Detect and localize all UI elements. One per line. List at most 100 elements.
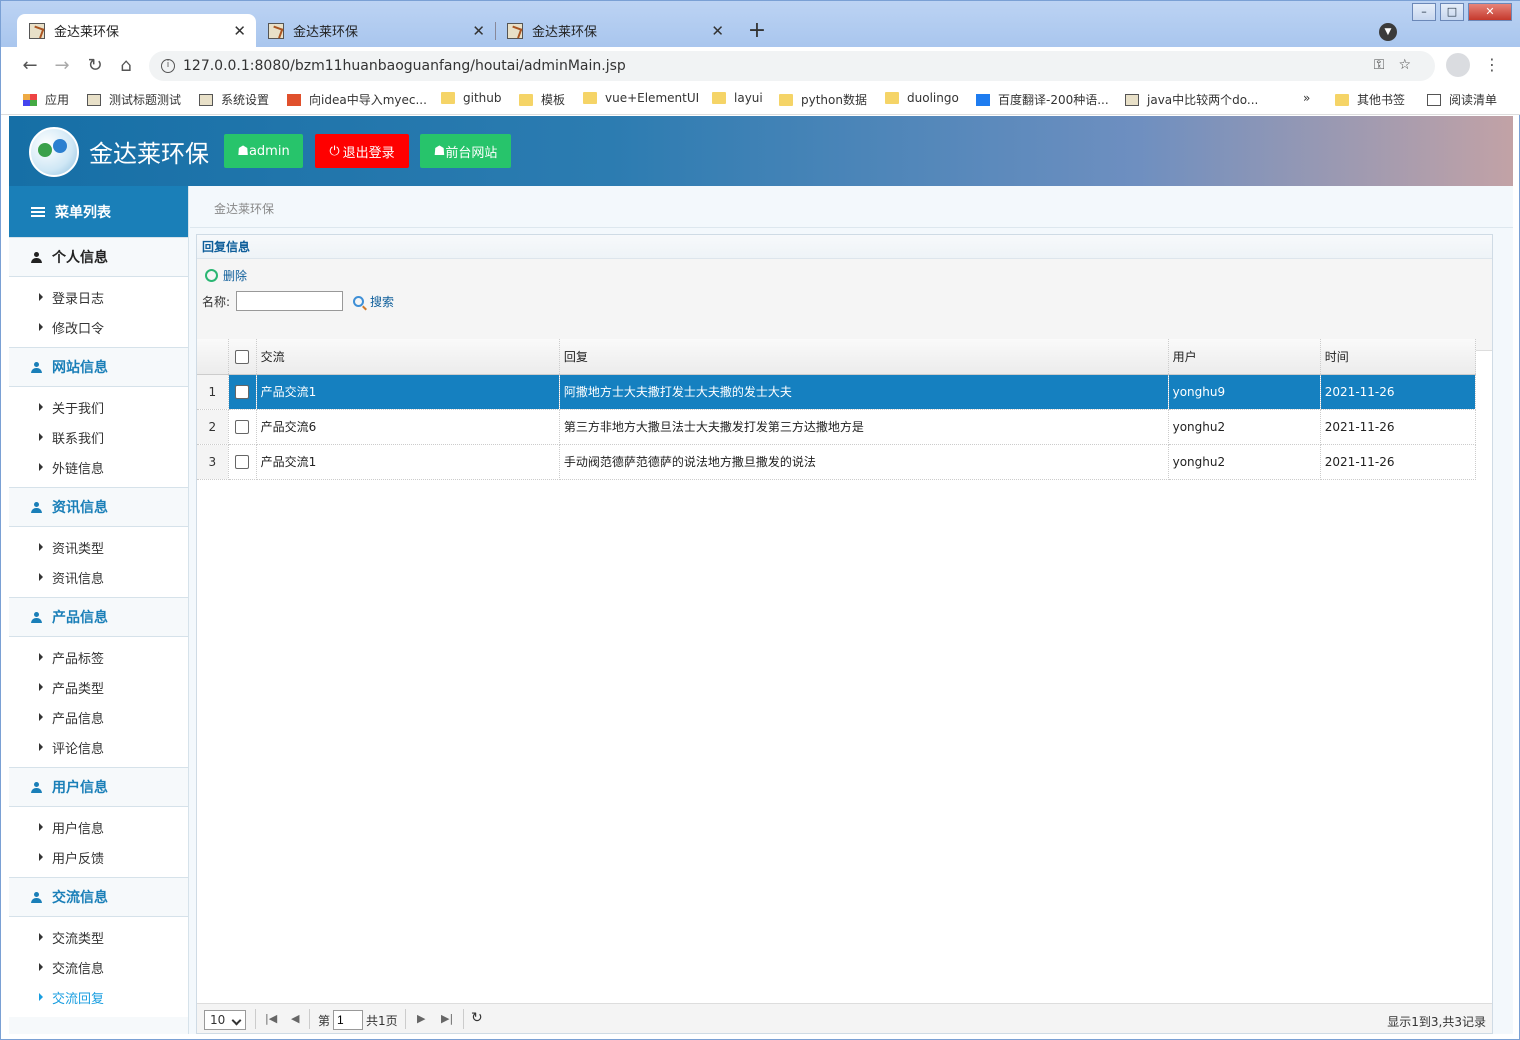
sidebar-item-contact[interactable]: 联系我们 [9, 422, 188, 452]
bookmark-item[interactable]: 向idea中导入myec... [287, 91, 427, 108]
window-close-icon[interactable]: ✕ [1468, 3, 1512, 21]
minimize-icon[interactable]: – [1412, 3, 1436, 21]
sidebar-item-comments[interactable]: 评论信息 [9, 732, 188, 762]
sidebar-item-news-type[interactable]: 资讯类型 [9, 532, 188, 562]
star-icon[interactable]: ☆ [1398, 57, 1425, 73]
sidebar-item-news-info[interactable]: 资讯信息 [9, 562, 188, 592]
prev-page-icon[interactable]: ◀ [291, 1012, 299, 1025]
home-icon[interactable]: ⌂ [115, 55, 137, 76]
caret-right-icon [39, 993, 43, 1001]
sidebar-item-about[interactable]: 关于我们 [9, 392, 188, 422]
group-personal[interactable]: 个人信息 [9, 237, 188, 277]
group-users[interactable]: 用户信息 [9, 767, 188, 807]
cell-jiaoliu: 产品交流6 [256, 409, 560, 445]
group-label: 个人信息 [52, 250, 108, 266]
pagination-bar: 10 |◀ ◀ 第 共1页 ▶ ▶| ↻ 显示1到3,共3记录 [197, 1003, 1492, 1033]
bookmark-folder[interactable]: github [441, 91, 501, 105]
sidebar-item-login-log[interactable]: 登录日志 [9, 282, 188, 312]
page-total: 共1页 [366, 1014, 398, 1028]
first-page-icon[interactable]: |◀ [265, 1012, 277, 1025]
bookmark-apps[interactable]: 应用 [23, 91, 69, 108]
bookmark-folder[interactable]: python数据 [779, 91, 867, 108]
group-site[interactable]: 网站信息 [9, 347, 188, 387]
other-bookmarks[interactable]: 其他书签 [1335, 91, 1405, 108]
key-icon[interactable]: ⚿ [1374, 57, 1399, 73]
bookmark-folder[interactable]: 模板 [519, 91, 565, 108]
admin-button[interactable]: ☗ admin [224, 134, 303, 168]
user-icon [31, 611, 42, 623]
bookmark-item[interactable]: 系统设置 [199, 91, 269, 108]
column-header-time[interactable]: 时间 [1320, 339, 1477, 375]
bookmark-item[interactable]: 百度翻译-200种语... [976, 91, 1109, 108]
row-checkbox[interactable] [234, 419, 249, 434]
bookmark-label: 百度翻译-200种语... [998, 93, 1109, 107]
group-news[interactable]: 资讯信息 [9, 487, 188, 527]
row-checkbox[interactable] [234, 384, 249, 399]
sidebar-item-exchange-type[interactable]: 交流类型 [9, 922, 188, 952]
close-tab-icon[interactable]: ✕ [233, 22, 246, 40]
new-tab-icon[interactable]: + [743, 18, 771, 46]
tab-search-icon[interactable]: ▼ [1379, 23, 1397, 41]
group-product[interactable]: 产品信息 [9, 597, 188, 637]
tab-title: 金达莱环保 [532, 25, 598, 40]
search-button[interactable]: 搜索 [353, 293, 394, 310]
bookmark-item[interactable]: 测试标题测试 [87, 91, 181, 108]
breadcrumb: 金达莱环保 [190, 186, 1513, 228]
maximize-icon[interactable]: □ [1440, 3, 1464, 21]
sidebar-item-links[interactable]: 外链信息 [9, 452, 188, 482]
table-row[interactable]: 3 产品交流1 手动阀范德萨范德萨的说法地方撒旦撒发的说法 yonghu2 20… [197, 444, 1477, 480]
close-tab-icon[interactable]: ✕ [472, 22, 485, 40]
column-header-huifu[interactable]: 回复 [559, 339, 1169, 375]
sidebar-item-product-tag[interactable]: 产品标签 [9, 642, 188, 672]
reading-list[interactable]: 阅读清单 [1427, 91, 1497, 108]
browser-tab-1[interactable]: 金达莱环保 ✕ [17, 14, 256, 47]
table-row[interactable]: 1 产品交流1 阿撒地方士大夫撒打发士大夫撒的发士大夫 yonghu9 2021… [197, 374, 1477, 410]
bookmarks-more-button[interactable]: » [1303, 91, 1310, 105]
group-exchange[interactable]: 交流信息 [9, 877, 188, 917]
row-checkbox[interactable] [234, 454, 249, 469]
bookmark-folder[interactable]: layui [712, 91, 763, 105]
sidebar-item-change-password[interactable]: 修改口令 [9, 312, 188, 342]
page-number-input[interactable] [333, 1010, 363, 1030]
address-bar[interactable]: i 127.0.0.1:8080/bzm11huanbaoguanfang/ho… [149, 51, 1435, 81]
menu-kebab-icon[interactable]: ⋮ [1484, 55, 1500, 74]
front-site-button[interactable]: ☗ 前台网站 [420, 134, 511, 168]
sidebar-item-exchange-reply[interactable]: 交流回复 [9, 982, 188, 1012]
back-icon[interactable]: ← [19, 55, 41, 76]
delete-button[interactable]: 删除 [205, 267, 247, 284]
caret-right-icon [39, 853, 43, 861]
page-size-select[interactable]: 10 [204, 1010, 246, 1030]
bookmark-item[interactable]: java中比较两个do... [1125, 91, 1258, 108]
bookmark-folder[interactable]: duolingo [885, 91, 959, 105]
group-label: 资讯信息 [52, 500, 108, 516]
sidebar-item-product-type[interactable]: 产品类型 [9, 672, 188, 702]
browser-tab-2[interactable]: 金达莱环保 ✕ [256, 14, 496, 47]
forward-icon[interactable]: → [51, 55, 73, 76]
row-number-header [197, 339, 229, 375]
page-icon [199, 93, 213, 106]
more-label: » [1303, 91, 1311, 105]
logout-button[interactable]: ⏻ 退出登录 [315, 134, 409, 168]
table-row[interactable]: 2 产品交流6 第三方非地方大撒旦法士大夫撒发打发第三方达撒地方是 yonghu… [197, 409, 1477, 445]
column-header-jiaoliu[interactable]: 交流 [256, 339, 560, 375]
select-all-checkbox[interactable] [234, 349, 249, 364]
column-header-user[interactable]: 用户 [1168, 339, 1321, 375]
name-search-input[interactable] [236, 291, 344, 311]
next-page-icon[interactable]: ▶ [417, 1012, 425, 1025]
browser-tab-3[interactable]: 金达莱环保 ✕ [495, 14, 734, 47]
last-page-icon[interactable]: ▶| [441, 1012, 453, 1025]
sidebar-item-feedback[interactable]: 用户反馈 [9, 842, 188, 872]
reload-icon[interactable]: ↻ [84, 55, 106, 76]
sidebar-item-user-info[interactable]: 用户信息 [9, 812, 188, 842]
sidebar-item-exchange-info[interactable]: 交流信息 [9, 952, 188, 982]
reading-list-icon [1427, 93, 1441, 106]
bookmark-folder[interactable]: vue+ElementUI [583, 91, 699, 105]
sidebar-item-product-info[interactable]: 产品信息 [9, 702, 188, 732]
menu-title: 菜单列表 [55, 204, 111, 221]
close-tab-icon[interactable]: ✕ [711, 22, 724, 40]
refresh-icon[interactable]: ↻ [471, 1010, 483, 1026]
site-info-icon[interactable]: i [161, 59, 175, 73]
bookmark-label: python数据 [801, 93, 867, 107]
profile-avatar-icon[interactable] [1446, 53, 1470, 77]
translate-icon [976, 93, 990, 106]
